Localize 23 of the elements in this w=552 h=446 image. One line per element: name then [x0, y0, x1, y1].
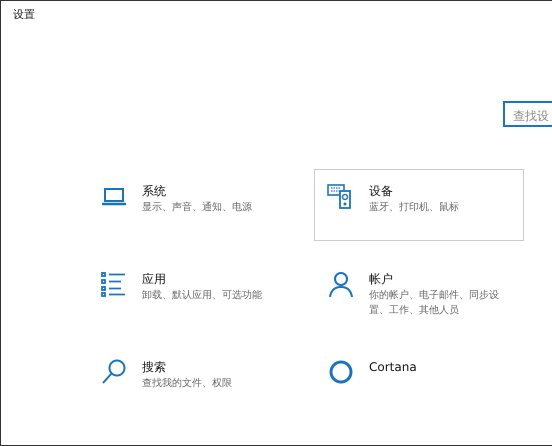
settings-tile[interactable]: 设备 蓝牙、打印机、鼠标: [314, 169, 524, 241]
tile-description: 你的帐户、电子邮件、同步设置、工作、其他人员: [369, 288, 500, 318]
search-field[interactable]: 查找设: [503, 101, 552, 127]
settings-tile[interactable]: Cortana: [314, 345, 524, 417]
tile-description: 蓝牙、打印机、鼠标: [369, 200, 460, 215]
tile-description: 查找我的文件、权限: [142, 376, 233, 391]
settings-tile[interactable]: 帐户 你的帐户、电子邮件、同步设置、工作、其他人员: [314, 257, 524, 329]
tile-description: 卸载、默认应用、可选功能: [142, 288, 263, 303]
window-title: 设置: [13, 7, 35, 23]
tile-title: 应用: [142, 271, 167, 288]
tile-title: 帐户: [369, 271, 394, 288]
settings-tile[interactable]: 搜索 查找我的文件、权限: [87, 345, 301, 417]
list-icon: [100, 270, 128, 298]
tile-title: 设备: [369, 183, 394, 200]
tile-title: Cortana: [369, 359, 417, 376]
search-icon: [100, 358, 128, 386]
person-icon: [327, 270, 355, 298]
settings-tile[interactable]: 应用 卸载、默认应用、可选功能: [87, 257, 301, 329]
tile-title: 系统: [142, 183, 167, 200]
tile-title: 搜索: [142, 359, 167, 376]
settings-tile[interactable]: 系统 显示、声音、通知、电源: [87, 169, 301, 241]
ring-icon: [327, 358, 355, 386]
tile-description: 显示、声音、通知、电源: [142, 200, 253, 215]
